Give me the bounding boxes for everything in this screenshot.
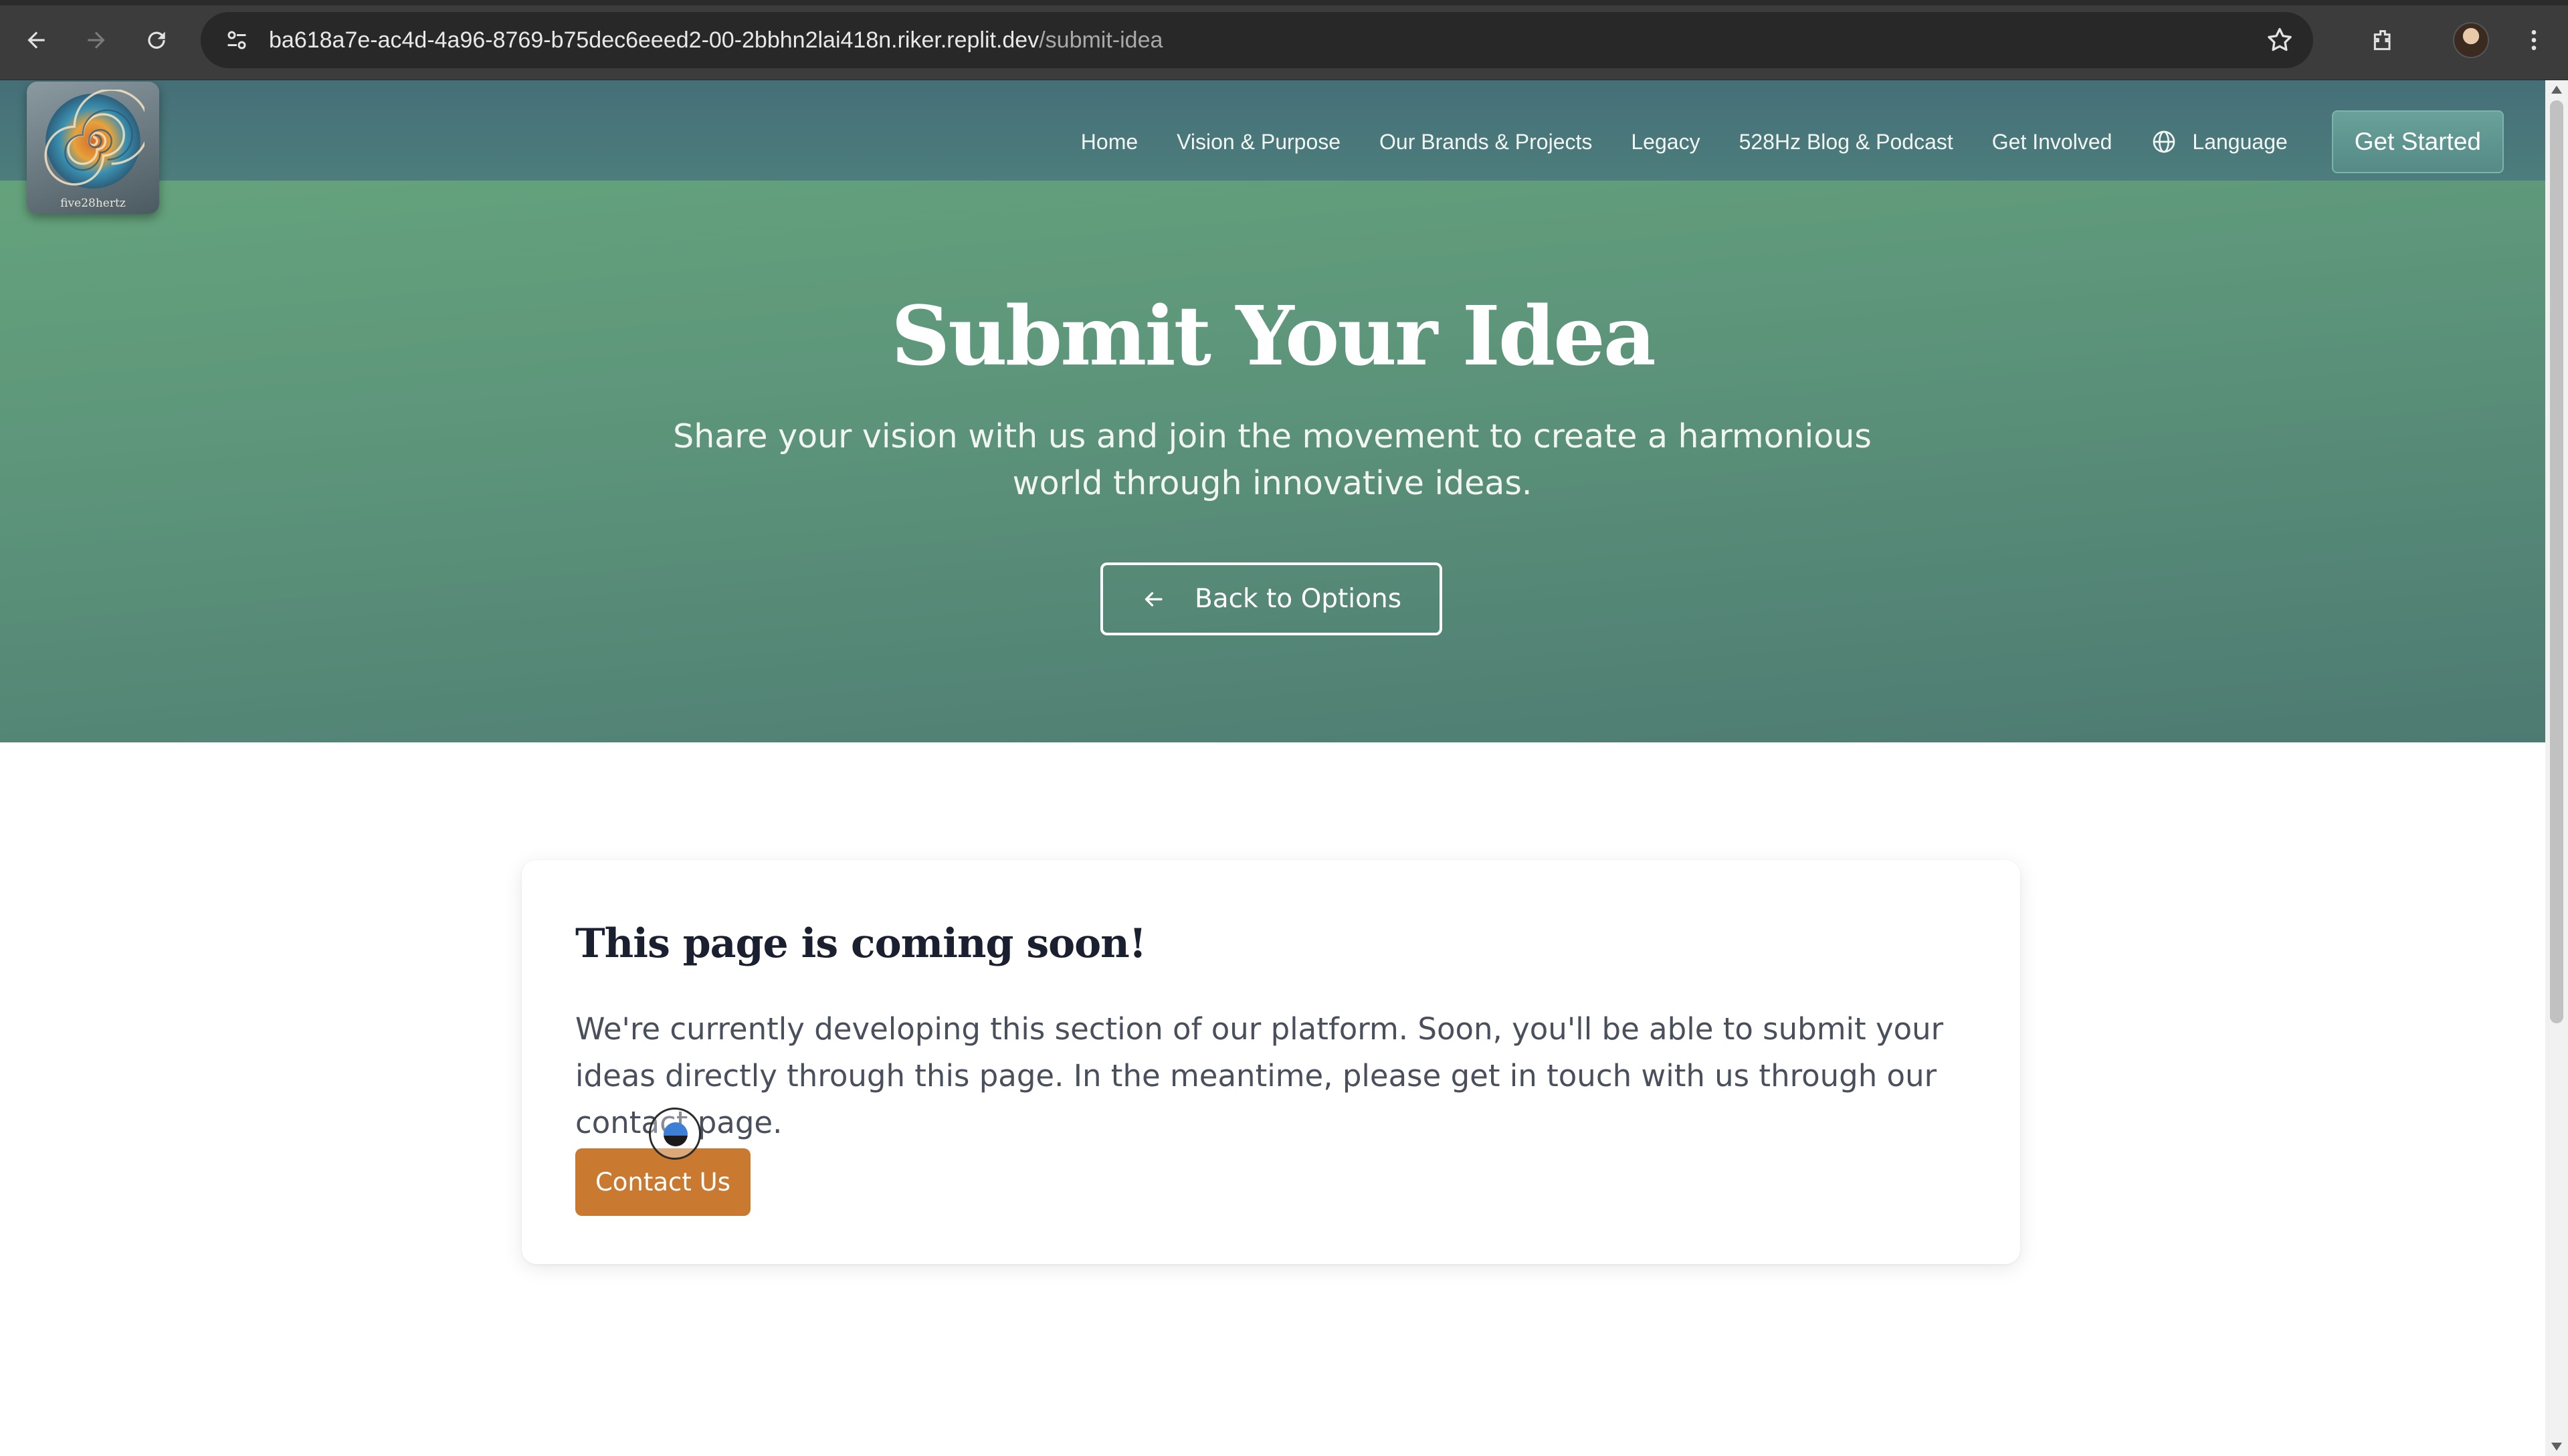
tab-strip xyxy=(0,0,2568,5)
card-body: We're currently developing this section … xyxy=(575,1011,1944,1140)
hero-subtitle: Share your vision with us and join the m… xyxy=(673,417,1872,502)
nav-get-involved[interactable]: Get Involved xyxy=(1992,130,2112,154)
nav-home[interactable]: Home xyxy=(1081,130,1138,154)
page-viewport: Home Vision & Purpose Our Brands & Proje… xyxy=(0,80,2545,1456)
page-scrollbar[interactable] xyxy=(2545,80,2568,1456)
nav-legacy[interactable]: Legacy xyxy=(1631,130,1700,154)
logo-wordmark: five28hertz xyxy=(60,197,126,210)
nav-blog-podcast[interactable]: 528Hz Blog & Podcast xyxy=(1739,130,1953,154)
menu-icon[interactable] xyxy=(2514,20,2554,60)
hero-section: Home Vision & Purpose Our Brands & Proje… xyxy=(0,80,2545,742)
coming-soon-card: This page is coming soon! We're currentl… xyxy=(522,860,2020,1264)
back-icon[interactable] xyxy=(16,20,56,60)
back-button-label: Back to Options xyxy=(1194,584,1402,614)
language-label: Language xyxy=(2192,129,2288,154)
site-logo[interactable]: five28hertz xyxy=(27,82,159,214)
site-header: Home Vision & Purpose Our Brands & Proje… xyxy=(0,80,2545,181)
bookmark-star-icon[interactable] xyxy=(2265,25,2294,55)
url-text[interactable]: ba618a7e-ac4d-4a96-8769-b75dec6eeed2-00-… xyxy=(269,27,1163,54)
reload-icon[interactable] xyxy=(136,20,177,60)
site-settings-icon[interactable] xyxy=(209,12,265,68)
forward-icon[interactable] xyxy=(76,20,116,60)
globe-icon xyxy=(2153,130,2175,153)
scroll-up-icon[interactable] xyxy=(2551,86,2562,94)
browser-toolbar: ba618a7e-ac4d-4a96-8769-b75dec6eeed2-00-… xyxy=(0,0,2568,80)
scrollbar-thumb[interactable] xyxy=(2550,100,2563,1023)
page-title: Submit Your Idea xyxy=(891,288,1656,384)
spiral-logo-icon xyxy=(44,90,144,189)
address-bar[interactable]: ba618a7e-ac4d-4a96-8769-b75dec6eeed2-00-… xyxy=(201,12,2313,68)
scroll-down-icon[interactable] xyxy=(2551,1443,2562,1451)
language-selector[interactable]: Language xyxy=(2151,128,2288,155)
nav-brands-projects[interactable]: Our Brands & Projects xyxy=(1379,130,1592,154)
profile-avatar[interactable] xyxy=(2453,22,2489,58)
url-path: /submit-idea xyxy=(1039,27,1163,53)
contact-us-button[interactable]: Contact Us xyxy=(575,1148,751,1216)
extensions-icon[interactable] xyxy=(2363,20,2403,60)
main-nav: Home Vision & Purpose Our Brands & Proje… xyxy=(1081,110,2504,174)
url-host: ba618a7e-ac4d-4a96-8769-b75dec6eeed2-00-… xyxy=(269,27,1040,53)
nav-vision-purpose[interactable]: Vision & Purpose xyxy=(1177,130,1341,154)
cursor-pointer xyxy=(664,1122,688,1146)
card-title: This page is coming soon! xyxy=(575,920,1147,967)
get-started-button[interactable]: Get Started xyxy=(2331,110,2504,173)
back-to-options-button[interactable]: Back to Options xyxy=(1100,562,1442,635)
arrow-left-icon xyxy=(1145,591,1163,607)
